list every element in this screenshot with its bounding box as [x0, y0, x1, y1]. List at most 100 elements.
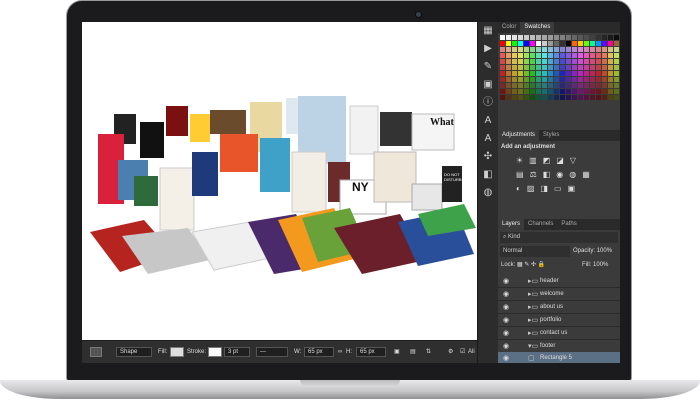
path-arrange-icon[interactable]: ⇅ [426, 348, 431, 357]
lock-label: Lock: [501, 262, 516, 268]
blend-mode-select[interactable]: Normal [500, 246, 570, 257]
folder-icon: ▸▭ [528, 278, 539, 285]
layers-icon[interactable]: ◧ [478, 166, 498, 184]
path-align-icon[interactable]: ▤ [410, 348, 416, 357]
lock-row: Lock: ▦ ✎ ✣ 🔒 [501, 260, 545, 271]
fill-label: Fill: [582, 262, 592, 268]
brush-icon[interactable]: ✎ [478, 58, 498, 76]
brightness-icon[interactable]: ☀ [516, 156, 523, 165]
layer-name: Rectangle 5 [540, 355, 573, 361]
curves-icon[interactable]: ◩ [543, 156, 551, 165]
tab-adjustments[interactable]: Adjustments [498, 130, 540, 141]
color-tabs: Color Swatches [498, 22, 620, 33]
blend-mode-value: Normal [503, 248, 523, 254]
color-panel-icon[interactable]: ▦ [478, 22, 498, 40]
tab-paths[interactable]: Paths [557, 219, 580, 230]
fill-control[interactable]: Fill: 100% [582, 260, 608, 271]
width-field[interactable]: 65 px [304, 347, 334, 357]
document-canvas[interactable]: What NY DO NOT DISTURB [82, 22, 477, 340]
selective-color-icon[interactable]: ▣ [568, 184, 576, 193]
laptop-notch [300, 380, 400, 387]
stroke-type-select[interactable]: — [256, 347, 288, 357]
photoshop-screen: What NY DO NOT DISTURB ▦ ▶ ✎ ▣ ⓘ A A ✣ ◧… [82, 22, 620, 363]
collage-text-ny: NY [352, 180, 369, 194]
stroke-swatch[interactable] [208, 347, 222, 357]
fill-swatch[interactable] [170, 347, 184, 357]
adjustment-icons: ☀ ▥ ◩ ◪ ▽ ▤ ⚖ ◧ ◉ ◍ ▦ ◐ ▨ ◨ ▭ ▣ [516, 153, 614, 195]
path-ops-icon[interactable]: ▣ [394, 348, 400, 357]
shape-thumbnail-icon: ▢ [528, 355, 535, 362]
photo-filter-icon[interactable]: ◉ [556, 170, 563, 179]
eye-icon[interactable]: ◉ [503, 327, 509, 340]
vibrance-icon[interactable]: ▽ [570, 156, 576, 165]
folder-icon: ▸▭ [528, 291, 539, 298]
w-label: W: [294, 349, 302, 355]
lock-icon[interactable]: ▦ ✎ ✣ 🔒 [517, 262, 545, 268]
swatches-grid[interactable] [500, 35, 619, 115]
tab-layers[interactable]: Layers [498, 219, 525, 230]
layer-row[interactable]: ◉ ▸▭ header [498, 275, 620, 288]
fill-value: 100% [593, 262, 609, 268]
hue-icon[interactable]: ▤ [516, 170, 524, 179]
levels-icon[interactable]: ▥ [529, 156, 537, 165]
align-edges-checkbox[interactable]: ☑ [460, 348, 465, 357]
tab-color[interactable]: Color [498, 22, 520, 33]
eye-icon[interactable]: ◉ [503, 275, 509, 288]
tab-swatches[interactable]: Swatches [520, 22, 555, 33]
kind-filter[interactable]: ⌕ Kind [500, 232, 618, 243]
tool-mode-select[interactable]: Shape [116, 347, 152, 357]
gear-icon[interactable]: ⚙ [448, 348, 453, 357]
channels-icon[interactable]: ◍ [478, 184, 498, 202]
character-icon[interactable]: A [478, 130, 498, 148]
opacity-value: 100% [596, 248, 613, 254]
bw-icon[interactable]: ◧ [543, 170, 551, 179]
invert-icon[interactable]: ◐ [516, 184, 521, 193]
layer-row[interactable]: ◉ ▸▭ portfolio [498, 314, 620, 327]
exposure-icon[interactable]: ◪ [556, 156, 564, 165]
adjust-icon[interactable]: ✣ [478, 148, 498, 166]
collage-text-dnd: DO NOT DISTURB [444, 172, 462, 182]
kind-label: Kind [508, 234, 521, 240]
eye-icon[interactable]: ◉ [503, 352, 509, 363]
folder-icon: ▸▭ [528, 330, 539, 337]
tool-preset-icon[interactable] [90, 347, 102, 357]
play-icon[interactable]: ▶ [478, 40, 498, 58]
paragraph-icon[interactable]: A [478, 112, 498, 130]
gradient-map-icon[interactable]: ▭ [554, 184, 562, 193]
folder-icon: ▸▭ [528, 317, 539, 324]
h-label: H: [346, 349, 352, 355]
eye-icon[interactable]: ◉ [503, 314, 509, 327]
tab-channels[interactable]: Channels [524, 219, 557, 230]
height-field[interactable]: 65 px [356, 347, 386, 357]
threshold-icon[interactable]: ◨ [540, 184, 548, 193]
layer-name: header [540, 278, 559, 284]
link-icon[interactable]: ∞ [338, 348, 342, 357]
fill-label: Fill: [158, 349, 168, 355]
balance-icon[interactable]: ⚖ [530, 170, 537, 179]
layer-row[interactable]: ◉ ▸▭ about us [498, 301, 620, 314]
mixer-icon[interactable]: ◍ [569, 170, 576, 179]
options-bar: Shape Fill: Stroke: 3 pt — W: 65 px ∞ H:… [82, 340, 477, 363]
adjust-tabs: Adjustments Styles [498, 130, 620, 141]
adjust-title: Add an adjustment [501, 144, 556, 150]
eye-icon[interactable]: ◉ [503, 301, 509, 314]
lookup-icon[interactable]: ▦ [582, 170, 590, 179]
opacity-label: Opacity: [573, 248, 596, 254]
layer-row-selected[interactable]: ◉ ▢ Rectangle 5 [498, 352, 620, 363]
layer-name: about us [540, 304, 564, 310]
layers-tabs: Layers Channels Paths [498, 219, 620, 230]
layer-row[interactable]: ◉ ▸▭ contact us [498, 327, 620, 340]
folder-icon: ▸▭ [528, 304, 539, 311]
info-icon[interactable]: ⓘ [478, 94, 498, 112]
align-edges-label: Ali [468, 349, 475, 355]
tab-styles[interactable]: Styles [539, 130, 563, 141]
layer-name: contact us [540, 330, 568, 336]
posterize-icon[interactable]: ▨ [527, 184, 535, 193]
layer-row[interactable]: ◉ ▸▭ welcome [498, 288, 620, 301]
history-icon[interactable]: ▣ [478, 76, 498, 94]
stroke-size-field[interactable]: 3 pt [224, 347, 250, 357]
camera-icon [416, 12, 421, 17]
opacity-control[interactable]: Opacity: 100% [573, 246, 612, 257]
eye-icon[interactable]: ◉ [503, 288, 509, 301]
layer-name: portfolio [540, 317, 562, 323]
